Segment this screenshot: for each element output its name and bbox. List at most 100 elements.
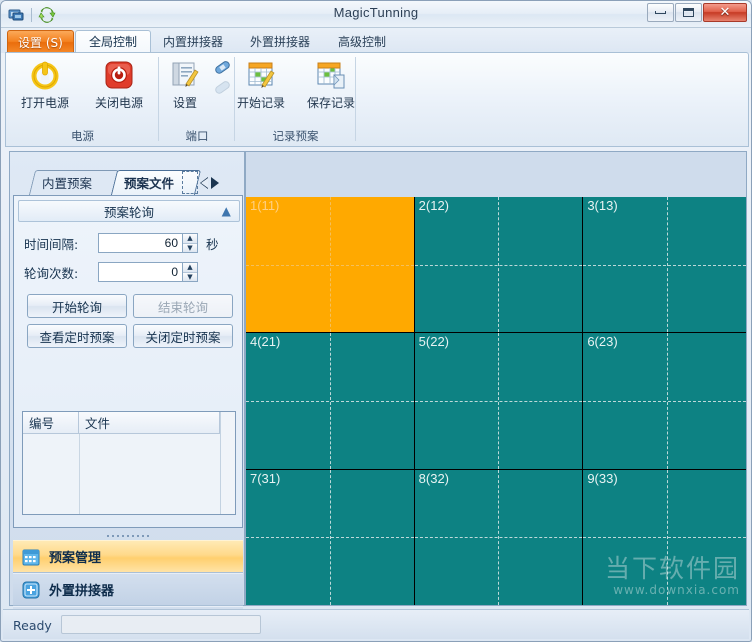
sub-divider-horizontal (583, 537, 746, 539)
count-stepper[interactable]: 0 ▲ ▼ (98, 262, 198, 282)
screen-cell-4[interactable]: 4(21) (246, 333, 415, 470)
column-header-file[interactable]: 文件 (79, 412, 220, 433)
record-save-label: 保存记录 (306, 96, 355, 110)
sub-divider-horizontal (583, 400, 746, 402)
interval-field-row: 时间间隔: 60 ▲ ▼ 秒 (24, 232, 219, 254)
screen-cell-4-label: 4(21) (250, 334, 281, 350)
screen-wall-grid[interactable]: 1(11) 2(12) 3(13) 4(21) 5(22) 6(23) 7(31… (246, 197, 746, 605)
ribbon-group-power-label: 电源 (71, 129, 94, 143)
status-bar: Ready (3, 609, 749, 639)
preset-tab-strip: 内置预案 预案文件 (10, 170, 246, 195)
sub-divider-horizontal (414, 400, 583, 402)
screen-cell-7-label: 7(31) (250, 470, 281, 486)
screen-cell-1[interactable]: 1(11) (246, 197, 415, 334)
scroll-left-icon[interactable] (200, 176, 208, 189)
start-polling-button[interactable]: 开始轮询 (27, 294, 127, 318)
screen-cell-3[interactable]: 3(13) (583, 197, 746, 334)
left-dock-panel: 内置预案 预案文件 预案轮询 ▲ 时间间隔: 60 ▲ ▼ 秒 轮询次数: 0 … (9, 151, 246, 639)
screen-cell-8[interactable]: 8(32) (414, 469, 584, 605)
calendar-icon (21, 547, 41, 567)
stop-polling-button[interactable]: 结束轮询 (133, 294, 233, 318)
view-timed-preset-button[interactable]: 查看定时预案 (27, 324, 127, 348)
plus-box-icon (21, 580, 41, 600)
screen-wall-viewport[interactable]: 1(11) 2(12) 3(13) 4(21) 5(22) 6(23) 7(31… (245, 151, 747, 606)
screen-cell-5[interactable]: 5(22) (414, 333, 584, 470)
spin-up-icon[interactable]: ▲ (183, 234, 197, 244)
tab-builtin-preset[interactable]: 内置预案 (28, 170, 120, 195)
tab-global-control[interactable]: 全局控制 (75, 30, 152, 53)
status-text: Ready (13, 618, 52, 633)
status-progress-panel (61, 615, 261, 634)
preset-file-list-rows[interactable] (23, 434, 235, 514)
close-button[interactable]: ✕ (703, 3, 747, 22)
tab-settings-app[interactable]: 设置 (S) (7, 30, 74, 53)
ribbon-group-separator (355, 57, 356, 141)
port-settings-label: 设置 (172, 96, 197, 110)
nav-item-preset-management[interactable]: 预案管理 (13, 540, 243, 573)
ribbon-group-port: 设置 端口 (159, 53, 235, 146)
scroll-right-icon[interactable] (211, 176, 219, 189)
preset-file-list[interactable]: 编号 文件 (22, 411, 236, 515)
spin-down-icon[interactable]: ▼ (183, 272, 197, 281)
window-controls: ✕ (647, 3, 747, 22)
maximize-icon (683, 8, 694, 17)
power-on-button[interactable]: 打开电源 (8, 55, 82, 111)
panel-splitter-grip[interactable] (10, 532, 246, 540)
list-vertical-scrollbar[interactable] (220, 412, 235, 514)
interval-input[interactable]: 60 (98, 233, 183, 253)
screen-cell-9-label: 9(33) (587, 470, 618, 486)
interval-spin-buttons[interactable]: ▲ ▼ (183, 233, 198, 253)
ribbon-group-power: 打开电源 关闭电源 电源 (6, 53, 159, 146)
tab-external-splicer[interactable]: 外置拼接器 (236, 30, 324, 53)
title-bar: MagicTunning ✕ (1, 1, 751, 28)
tab-overflow-box (182, 171, 198, 194)
sub-divider-horizontal (246, 537, 414, 539)
minimize-button[interactable] (647, 3, 674, 22)
preset-file-list-header: 编号 文件 (23, 412, 235, 434)
screen-cell-1-label: 1(11) (250, 198, 280, 213)
screen-cell-7[interactable]: 7(31) (246, 469, 415, 605)
screen-cell-3-label: 3(13) (587, 198, 618, 213)
chevron-up-icon[interactable]: ▲ (222, 204, 232, 218)
port-settings-button[interactable]: 设置 (159, 55, 211, 111)
power-off-label: 关闭电源 (94, 96, 143, 110)
screen-cell-5-label: 5(22) (418, 334, 450, 350)
tab-advanced-control[interactable]: 高级控制 (324, 30, 400, 53)
maximize-button[interactable] (675, 3, 702, 22)
nav-item-external-splicer[interactable]: 外置拼接器 (13, 573, 243, 606)
close-icon: ✕ (719, 5, 731, 20)
power-on-label: 打开电源 (20, 96, 69, 110)
minimize-icon (655, 11, 666, 14)
count-field-row: 轮询次数: 0 ▲ ▼ (24, 261, 206, 283)
screen-cell-2[interactable]: 2(12) (414, 197, 584, 334)
sub-divider-horizontal (414, 537, 583, 539)
ribbon-tab-strip: 设置 (S) 全局控制 内置拼接器 外置拼接器 高级控制 (1, 28, 751, 53)
record-start-label: 开始记录 (236, 96, 285, 110)
sub-divider-horizontal (246, 264, 414, 266)
interval-label: 时间间隔: (24, 236, 79, 252)
record-start-button[interactable]: 开始记录 (226, 55, 296, 111)
record-start-icon (245, 59, 277, 91)
tab-internal-splicer[interactable]: 内置拼接器 (149, 30, 237, 53)
column-divider (79, 434, 80, 514)
tab-preset-file-label: 预案文件 (124, 176, 175, 191)
screen-cell-9[interactable]: 9(33) (583, 469, 746, 605)
power-off-icon (103, 59, 135, 91)
count-spin-buttons[interactable]: ▲ ▼ (183, 262, 198, 282)
close-timed-preset-button[interactable]: 关闭定时预案 (133, 324, 233, 348)
preset-polling-group-header[interactable]: 预案轮询 ▲ (18, 200, 240, 222)
screen-cell-6[interactable]: 6(23) (583, 333, 746, 470)
ribbon-group-record: 开始记录 保存记录 记录预案 (235, 53, 356, 146)
screen-cell-2-label: 2(12) (418, 198, 450, 213)
count-label: 轮询次数: (24, 265, 79, 281)
power-off-button[interactable]: 关闭电源 (82, 55, 156, 111)
settings-edit-icon (169, 59, 201, 91)
spin-up-icon[interactable]: ▲ (183, 263, 197, 273)
tab-builtin-preset-label: 内置预案 (42, 176, 93, 191)
count-input[interactable]: 0 (98, 262, 183, 282)
column-header-id[interactable]: 编号 (23, 412, 79, 433)
interval-stepper[interactable]: 60 ▲ ▼ (98, 233, 198, 253)
spin-down-icon[interactable]: ▼ (183, 243, 197, 252)
nav-item-external-splicer-label: 外置拼接器 (49, 584, 115, 599)
tab-scroll-controls (200, 170, 244, 195)
